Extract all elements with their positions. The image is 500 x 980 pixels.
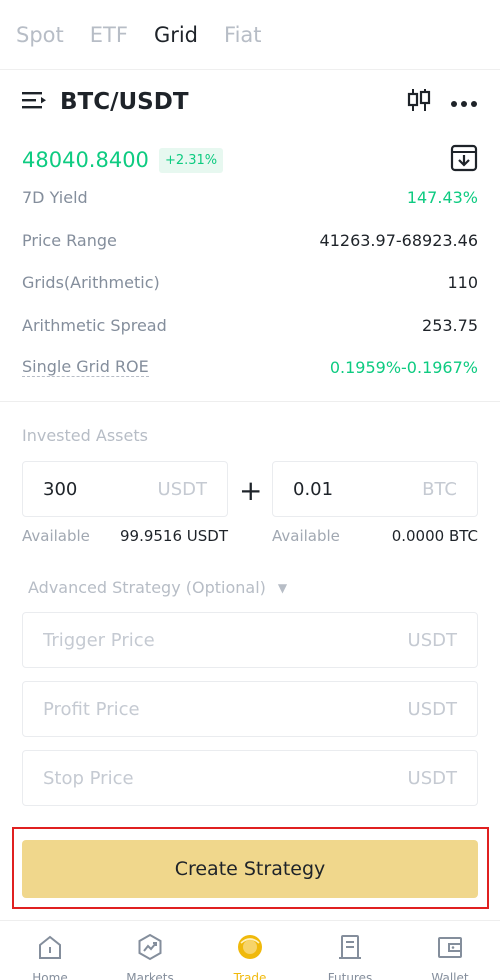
stat-single-grid-roe: Single Grid ROE 0.1959%-0.1967% — [22, 354, 478, 380]
btc-amount-field[interactable]: BTC — [272, 461, 478, 517]
stat-value: 110 — [447, 272, 478, 292]
stat-grids: Grids(Arithmetic) 110 — [22, 269, 478, 295]
unit-label: USDT — [407, 767, 457, 789]
trigger-price-input[interactable] — [43, 629, 343, 651]
nav-futures[interactable]: Futures — [300, 921, 400, 980]
wallet-icon — [436, 933, 464, 965]
markets-icon — [136, 933, 164, 965]
nav-label: Futures — [327, 971, 373, 980]
plus-sign: + — [239, 474, 263, 507]
download-icon[interactable] — [450, 144, 478, 176]
stop-price-field[interactable]: USDT — [22, 750, 478, 806]
nav-label: Wallet — [431, 971, 469, 980]
trade-icon — [235, 933, 265, 965]
stat-label: 7D Yield — [22, 187, 88, 207]
advanced-strategy-label: Advanced Strategy (Optional) — [28, 578, 266, 597]
list-menu-icon[interactable] — [22, 90, 48, 114]
nav-label: Home — [32, 971, 68, 980]
nav-label: Trade — [233, 971, 267, 980]
stat-value: 253.75 — [422, 315, 478, 335]
invested-assets-label: Invested Assets — [22, 426, 148, 445]
price-row: 48040.8400 +2.31% — [22, 142, 478, 178]
caret-down-icon: ▼ — [277, 580, 288, 595]
profit-price-field[interactable]: USDT — [22, 681, 478, 737]
usdt-amount-input[interactable] — [43, 478, 143, 500]
stat-label: Price Range — [22, 230, 117, 250]
bottom-nav: Home Markets Trade Futures Wallet — [0, 920, 500, 980]
nav-trade[interactable]: Trade — [200, 921, 300, 980]
pair-header: BTC/USDT — [22, 84, 478, 120]
more-dots-icon[interactable] — [450, 93, 478, 112]
futures-icon — [336, 933, 364, 965]
last-price: 48040.8400 — [22, 148, 149, 172]
stat-label[interactable]: Single Grid ROE — [22, 357, 149, 377]
pair-name[interactable]: BTC/USDT — [60, 89, 189, 115]
tab-grid[interactable]: Grid — [154, 23, 198, 47]
pair-actions — [406, 87, 478, 117]
tab-spot[interactable]: Spot — [16, 23, 64, 47]
tab-fiat[interactable]: Fiat — [224, 23, 262, 47]
unit-label: USDT — [407, 698, 457, 720]
top-tabs: Spot ETF Grid Fiat — [0, 0, 500, 70]
home-icon — [36, 933, 64, 965]
stat-value: 147.43% — [406, 187, 478, 207]
nav-home[interactable]: Home — [0, 921, 100, 980]
stat-label: Arithmetic Spread — [22, 315, 167, 335]
section-divider — [0, 401, 500, 402]
stat-label: Grids(Arithmetic) — [22, 272, 160, 292]
stat-arithmetic-spread: Arithmetic Spread 253.75 — [22, 312, 478, 338]
available-label: Available — [272, 527, 340, 545]
nav-wallet[interactable]: Wallet — [400, 921, 500, 980]
tab-etf[interactable]: ETF — [90, 23, 128, 47]
available-label: Available — [22, 527, 90, 545]
create-strategy-button[interactable]: Create Strategy — [22, 840, 478, 898]
usdt-amount-field[interactable]: USDT — [22, 461, 228, 517]
btc-amount-input[interactable] — [293, 478, 393, 500]
stop-price-input[interactable] — [43, 767, 343, 789]
price-change-badge: +2.31% — [158, 147, 224, 173]
stat-price-range: Price Range 41263.97-68923.46 — [22, 227, 478, 253]
stat-7d-yield: 7D Yield 147.43% — [22, 184, 478, 210]
usdt-available-value: 99.9516 USDT — [119, 527, 228, 545]
unit-label: USDT — [157, 478, 207, 500]
trigger-price-field[interactable]: USDT — [22, 612, 478, 668]
unit-label: BTC — [422, 478, 457, 500]
advanced-strategy-toggle[interactable]: Advanced Strategy (Optional) ▼ — [28, 578, 287, 597]
stat-value: 0.1959%-0.1967% — [329, 357, 478, 377]
candlestick-icon[interactable] — [406, 87, 432, 117]
stat-value: 41263.97-68923.46 — [319, 230, 478, 250]
nav-markets[interactable]: Markets — [100, 921, 200, 980]
nav-label: Markets — [126, 971, 174, 980]
btc-available-value: 0.0000 BTC — [391, 527, 478, 545]
unit-label: USDT — [407, 629, 457, 651]
profit-price-input[interactable] — [43, 698, 343, 720]
